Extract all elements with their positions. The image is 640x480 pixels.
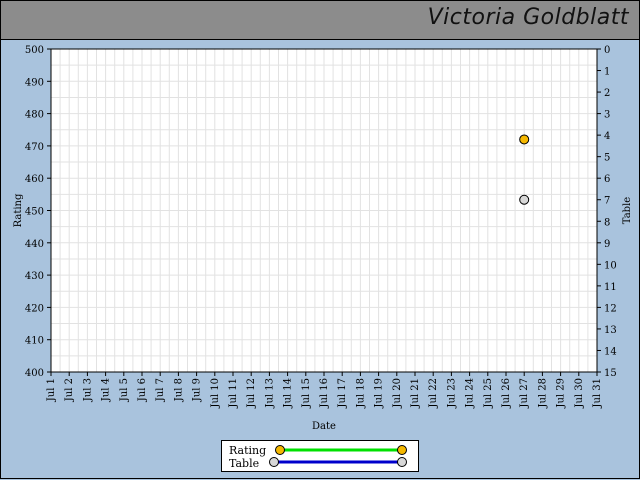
- y-axis-tick-label: 500: [25, 45, 44, 56]
- x-axis-tick-label: Jul 16: [319, 378, 330, 409]
- y-axis-tick-label: 420: [25, 303, 44, 314]
- legend-marker-rating-left: [275, 445, 285, 455]
- x-axis-tick-label: Jul 23: [446, 378, 457, 409]
- x-axis-tick-label: Jul 22: [428, 378, 439, 409]
- data-point-rating: [519, 134, 530, 145]
- y2-axis-tick-label: 2: [604, 88, 610, 99]
- x-axis-tick-label: Jul 14: [283, 378, 294, 409]
- x-axis-tick-label: Jul 4: [101, 378, 112, 402]
- y2-axis-tick-label: 3: [604, 110, 610, 121]
- legend-swatches: [269, 445, 407, 467]
- x-axis-tick-label: Jul 28: [537, 378, 548, 409]
- y2-axis-tick-label: 1: [604, 67, 610, 78]
- x-axis-tick-label: Jul 2: [64, 378, 75, 402]
- x-axis-tick-label: Jul 11: [228, 378, 239, 409]
- x-axis-tick-label: Jul 17: [337, 378, 348, 409]
- chart-legend: Rating Table: [221, 440, 419, 472]
- data-point-table: [519, 194, 530, 205]
- x-axis-tick-label: Jul 10: [210, 378, 221, 409]
- y2-axis-tick-label: 9: [604, 239, 610, 250]
- y-axis-tick-label: 440: [25, 239, 44, 250]
- y2-axis-tick-label: 12: [604, 303, 617, 314]
- x-axis-tick-label: Jul 15: [301, 378, 312, 409]
- x-axis-tick-label: Jul 30: [574, 378, 585, 409]
- x-axis-tick-label: Jul 25: [483, 378, 494, 409]
- x-axis-tick-label: Jul 26: [501, 378, 512, 409]
- legend-marker-table-left: [269, 457, 279, 467]
- y-axis-label: Rating: [13, 193, 24, 227]
- y-axis-tick-label: 470: [25, 142, 44, 153]
- y2-axis-tick-label: 15: [604, 368, 617, 379]
- x-axis-tick-label: Jul 27: [519, 378, 530, 409]
- y2-axis-tick-label: 11: [604, 282, 617, 293]
- y2-axis-tick-label: 10: [604, 260, 617, 271]
- y2-axis-tick-label: 7: [604, 196, 610, 207]
- legend-marker-rating-right: [397, 445, 407, 455]
- legend-marker-table-right: [397, 457, 407, 467]
- x-axis-tick-label: Jul 12: [246, 378, 257, 409]
- y-axis-tick-label: 410: [25, 336, 44, 347]
- x-axis-tick-label: Jul 21: [410, 378, 421, 409]
- x-axis-tick-label: Jul 18: [355, 378, 366, 409]
- x-axis-tick-label: Jul 6: [137, 378, 148, 402]
- x-axis-tick-label: Jul 8: [173, 378, 184, 402]
- x-axis-tick-label: Jul 20: [392, 378, 403, 409]
- x-axis-tick-label: Jul 9: [192, 378, 203, 402]
- y2-axis-tick-label: 6: [604, 174, 610, 185]
- x-axis-tick-label: Jul 1: [46, 378, 57, 402]
- y-axis-tick-label: 430: [25, 271, 44, 282]
- y2-axis-tick-label: 14: [604, 346, 617, 357]
- x-axis-tick-label: Jul 3: [82, 378, 93, 402]
- x-axis-tick-label: Jul 13: [264, 378, 275, 409]
- y-axis-tick-label: 490: [25, 77, 44, 88]
- y-axis-tick-label: 400: [25, 368, 44, 379]
- x-axis-tick-label: Jul 5: [119, 378, 130, 402]
- x-axis-tick-label: Jul 7: [155, 378, 166, 402]
- y2-axis-tick-label: 4: [604, 131, 610, 142]
- x-axis-tick-label: Jul 24: [465, 378, 476, 409]
- y-axis-tick-label: 460: [25, 174, 44, 185]
- x-axis-label: Date: [312, 421, 336, 432]
- y2-axis-tick-label: 13: [604, 325, 617, 336]
- y2-axis-tick-label: 8: [604, 217, 610, 228]
- y2-axis-tick-label: 5: [604, 153, 610, 164]
- y-axis-tick-label: 480: [25, 110, 44, 121]
- x-axis-tick-label: Jul 19: [374, 378, 385, 409]
- y2-axis-tick-label: 0: [604, 45, 610, 56]
- rating-table-chart: 400410420430440450460470480490500 0123456…: [13, 45, 633, 432]
- x-axis-tick-label: Jul 29: [556, 378, 567, 409]
- y2-axis-label: Table: [622, 197, 633, 224]
- x-axis-tick-label: Jul 31: [592, 378, 603, 409]
- y-axis-tick-label: 450: [25, 207, 44, 218]
